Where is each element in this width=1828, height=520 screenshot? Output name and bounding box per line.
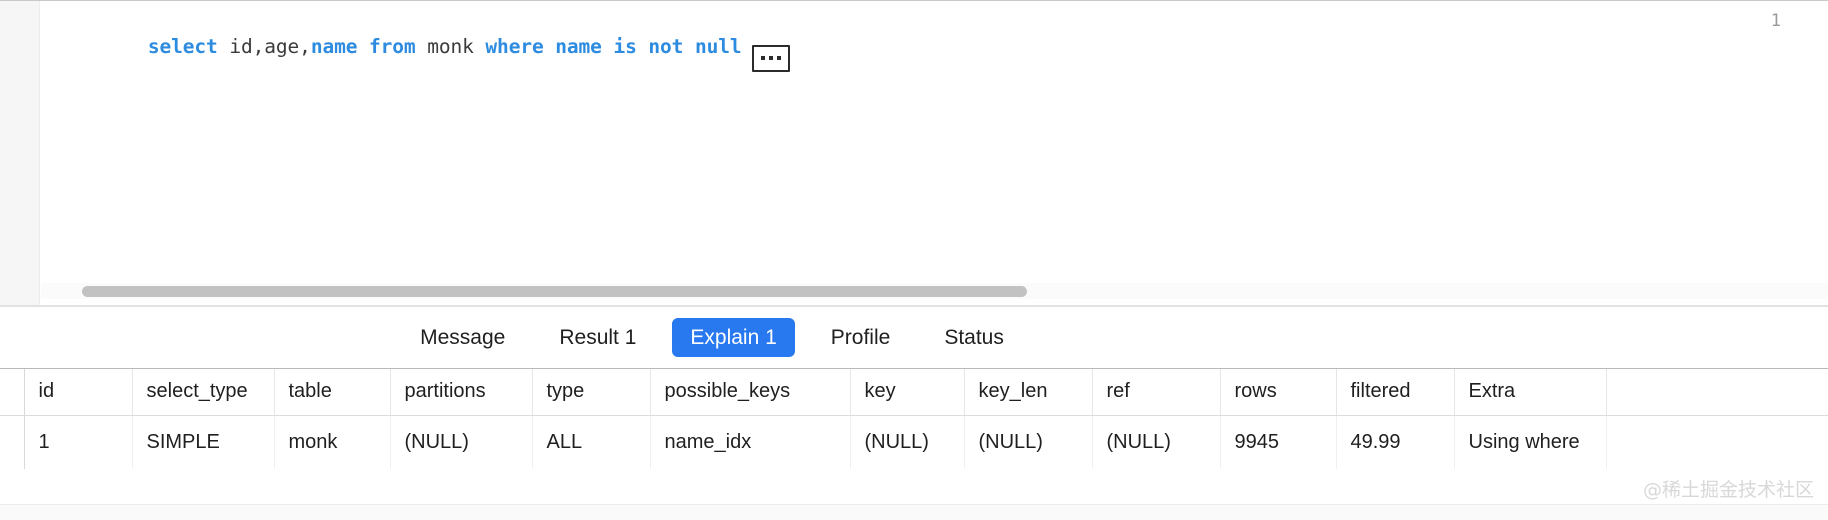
cell-table[interactable]: monk (274, 415, 391, 469)
sql-token-keyword-0: select (147, 35, 218, 58)
sql-editor-pane[interactable]: 1 select id,age,name from monk where nam… (0, 0, 1828, 307)
cell-select_type[interactable]: SIMPLE (132, 415, 275, 469)
column-header-partitions[interactable]: partitions (390, 369, 533, 416)
explain-header-row: id select_type table partitions type possible… (0, 369, 1828, 416)
code-fold-ellipsis-button[interactable] (751, 44, 790, 72)
sql-token-identifier-2: id,age, (229, 35, 311, 58)
fold-dot-icon (768, 56, 773, 60)
column-header-select_type[interactable]: select_type (132, 369, 275, 416)
explain-table-body: 1 SIMPLE monk (NULL) ALL name_idx (NULL) (NULL)… (0, 415, 1828, 469)
column-header-type[interactable]: type (532, 369, 651, 416)
cell-key[interactable]: (NULL) (850, 415, 965, 469)
sql-token-keyword-3: name from (310, 35, 416, 58)
column-header-key[interactable]: key (850, 369, 965, 416)
column-header-filler (1606, 369, 1828, 416)
column-header-Extra[interactable]: Extra (1454, 369, 1607, 416)
tab-message[interactable]: Message (402, 318, 523, 357)
tab-result-1[interactable]: Result 1 (541, 318, 654, 357)
fold-dot-icon (776, 56, 781, 60)
column-header-id[interactable]: id (24, 369, 133, 416)
column-header-key_len[interactable]: key_len (964, 369, 1093, 416)
explain-result-grid[interactable]: id select_type table partitions type possible… (0, 369, 1828, 520)
cell-rows[interactable]: 9945 (1220, 415, 1337, 469)
sql-token-plain-4 (416, 35, 428, 58)
tab-profile[interactable]: Profile (813, 318, 909, 357)
column-header-table[interactable]: table (274, 369, 391, 416)
sql-code-line[interactable]: select id,age,name from monk where name … (78, 8, 1828, 98)
editor-horizontal-scrollbar-track[interactable] (41, 283, 1828, 299)
table-row[interactable]: 1 SIMPLE monk (NULL) ALL name_idx (NULL) (NULL)… (0, 415, 1828, 469)
editor-horizontal-scrollbar-thumb[interactable] (82, 286, 1027, 297)
cell-Extra[interactable]: Using where (1454, 415, 1607, 469)
explain-table: id select_type table partitions type possible… (0, 369, 1828, 469)
cell-possible_keys[interactable]: name_idx (650, 415, 851, 469)
tab-explain-1[interactable]: Explain 1 (672, 317, 795, 358)
sql-token-identifier-5: monk (427, 35, 474, 58)
sql-client-window: 1 select id,age,name from monk where nam… (0, 0, 1828, 520)
cell-type[interactable]: ALL (532, 415, 651, 469)
sql-token-plain-6 (474, 35, 486, 58)
column-header-rows[interactable]: rows (1220, 369, 1337, 416)
editor-line-gutter (0, 1, 40, 307)
cell-partitions[interactable]: (NULL) (390, 415, 533, 469)
column-header-filtered[interactable]: filtered (1336, 369, 1455, 416)
explain-table-head: id select_type table partitions type possible… (0, 369, 1828, 416)
cell-id[interactable]: 1 (24, 415, 133, 469)
sql-token-keyword-7: where name is not null (485, 35, 742, 58)
row-gutter-cell[interactable] (0, 415, 25, 469)
sql-token-plain-1 (218, 35, 230, 58)
cell-filtered[interactable]: 49.99 (1336, 415, 1455, 469)
cell-key_len[interactable]: (NULL) (964, 415, 1093, 469)
row-gutter-header (0, 369, 25, 416)
cell-ref[interactable]: (NULL) (1092, 415, 1221, 469)
tab-status[interactable]: Status (926, 318, 1022, 357)
column-header-possible_keys[interactable]: possible_keys (650, 369, 851, 416)
fold-dot-icon (760, 56, 765, 60)
grid-bottom-strip (0, 504, 1828, 520)
cell-filler (1606, 415, 1828, 469)
column-header-ref[interactable]: ref (1092, 369, 1221, 416)
result-tabbar: Message Result 1 Explain 1 Profile Status (0, 307, 1828, 369)
watermark-text: @稀土掘金技术社区 (1642, 479, 1814, 501)
